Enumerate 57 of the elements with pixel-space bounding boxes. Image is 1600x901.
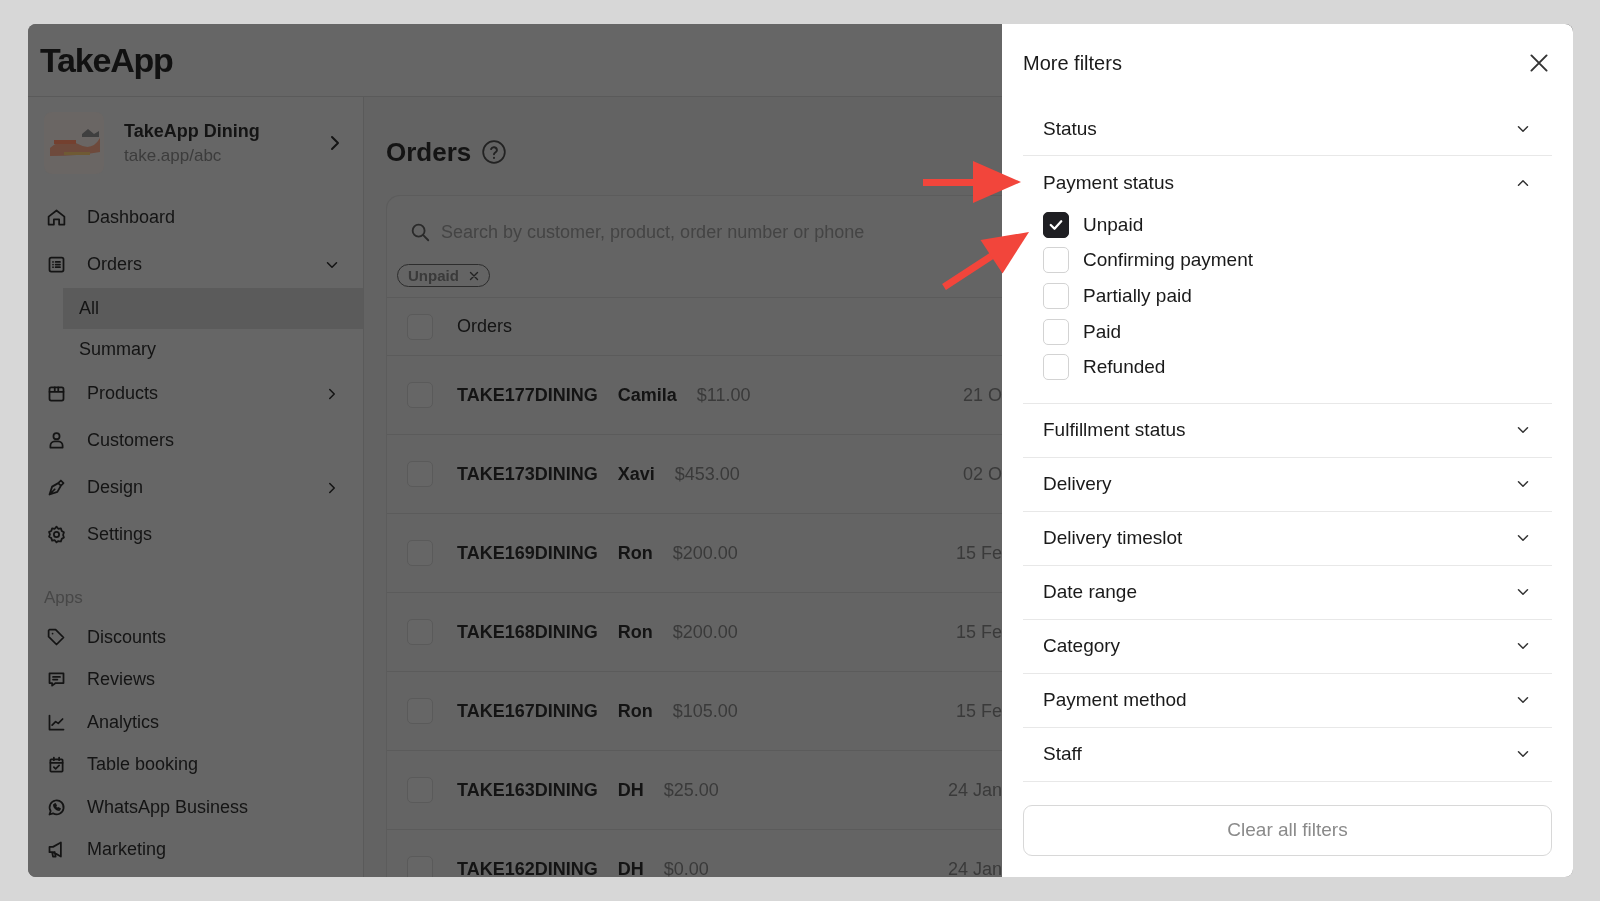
option-label[interactable]: Confirming payment <box>1083 249 1254 272</box>
accordion-header[interactable]: Payment method <box>1023 673 1552 727</box>
pen-icon <box>46 477 67 498</box>
table-cell: DH <box>617 858 644 877</box>
accordion-header[interactable]: Staff <box>1023 727 1552 781</box>
accordion-header[interactable]: Delivery <box>1023 457 1552 511</box>
accordion-header[interactable]: Date range <box>1023 565 1552 619</box>
sidebar-item[interactable]: Reviews <box>46 658 341 701</box>
accordion-header[interactable]: Fulfillment status <box>1023 403 1552 457</box>
list-icon <box>46 254 67 275</box>
page-title: Orders <box>386 136 472 168</box>
chat-bubble-icon <box>46 796 67 818</box>
sidebar-item[interactable]: Products <box>46 370 323 417</box>
sidebar-item[interactable]: Table booking <box>46 743 341 786</box>
sidebar-item[interactable]: Dashboard <box>46 194 341 241</box>
column-header: Orders <box>457 316 512 337</box>
tag-icon <box>46 626 67 648</box>
clear-filters-button[interactable]: Clear all filters <box>1023 804 1552 856</box>
sidebar-item[interactable]: Orders <box>46 241 323 288</box>
table-cell: TAKE177DINING <box>457 384 598 406</box>
store-name[interactable]: TakeApp Dining <box>124 120 303 142</box>
option-label[interactable]: Paid <box>1083 320 1122 343</box>
table-cell: DH <box>617 779 644 801</box>
search-icon <box>409 221 431 243</box>
sidebar-item[interactable]: Settings <box>46 511 341 558</box>
table-cell: Ron <box>617 542 653 564</box>
accordion-header[interactable]: Payment status <box>1023 156 1552 209</box>
sidebar-subitem[interactable]: Summary <box>63 329 363 370</box>
table-cell: TAKE169DINING <box>457 542 598 564</box>
table-cell: TAKE163DINING <box>457 779 598 801</box>
gear-icon <box>46 524 67 545</box>
sidebar-subitem[interactable]: All <box>63 288 363 329</box>
logo[interactable]: TakeApp <box>40 40 173 80</box>
table-cell: TAKE162DINING <box>457 858 598 877</box>
table-cell: TAKE168DINING <box>457 621 598 643</box>
table-cell: Camila <box>617 384 677 406</box>
sidebar-item[interactable]: WhatsApp Business <box>46 786 341 829</box>
accordion-header[interactable]: Delivery timeslot <box>1023 511 1552 565</box>
help-icon[interactable] <box>481 139 508 165</box>
option-label[interactable]: Unpaid <box>1083 213 1144 236</box>
option-label[interactable]: Refunded <box>1083 356 1166 379</box>
checkbox[interactable] <box>407 856 433 877</box>
drawer-title: More filters <box>1023 51 1122 75</box>
sidebar-item[interactable]: Discounts <box>46 616 341 659</box>
table-cell: TAKE167DINING <box>457 700 598 722</box>
table-cell: Ron <box>617 700 653 722</box>
home-icon <box>46 207 67 228</box>
sidebar-item[interactable]: Design <box>46 464 323 511</box>
accordion-header[interactable]: Category <box>1023 619 1552 673</box>
sidebar-item[interactable]: Marketing <box>46 828 341 871</box>
table-cell: Ron <box>617 621 653 643</box>
table-cell: TAKE173DINING <box>457 463 598 485</box>
option-label[interactable]: Partially paid <box>1083 285 1192 307</box>
accordion-header[interactable]: Status <box>1023 102 1552 155</box>
sidebar-item[interactable]: Customers <box>46 417 341 464</box>
table-cell: Xavi <box>617 463 655 485</box>
sidebar-item[interactable]: Analytics <box>46 701 341 744</box>
